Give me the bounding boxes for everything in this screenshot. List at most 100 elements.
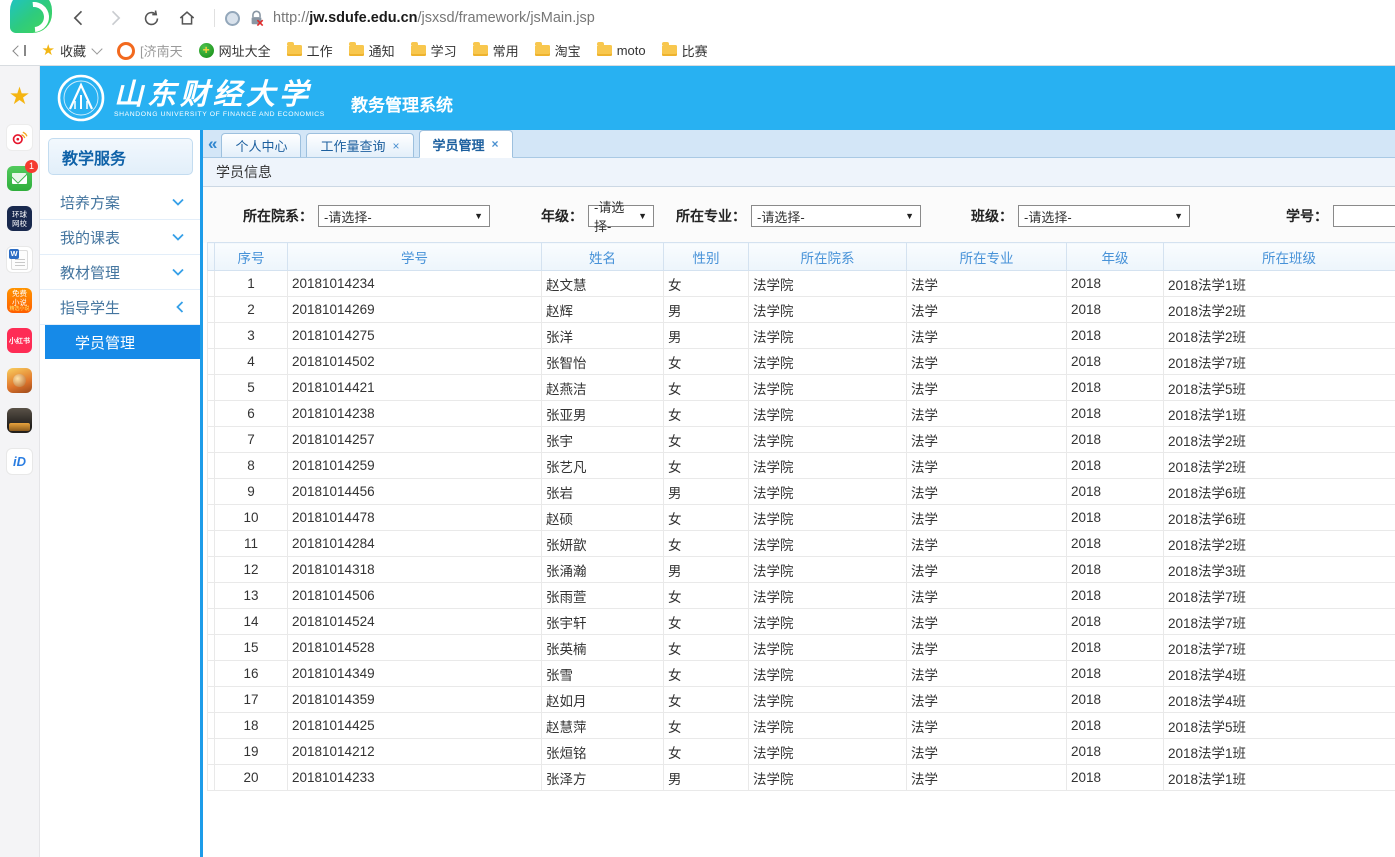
cell-年级: 2018 [1067,765,1164,791]
cell-序号: 9 [215,479,288,505]
url-bar[interactable]: http://jw.sdufe.edu.cn/jsxsd/framework/j… [273,10,595,26]
row-gutter [208,401,215,427]
bookmark-folder[interactable]: 学习 [411,41,457,60]
word-doc-icon[interactable]: W [6,246,33,273]
favorites-menu[interactable]: ★ 收藏 [42,41,101,60]
home-icon[interactable] [176,7,198,29]
envelope-icon [12,173,27,184]
sidebar-item-xueyuanguanli[interactable]: 学员管理 [45,325,200,359]
filter-select[interactable]: -请选择-▼ [318,205,490,227]
table-row[interactable]: 920181014456张岩男法学院法学20182018法学6班 [208,479,1395,505]
bookmark-label: [济南天 [140,41,183,60]
cell-序号: 17 [215,687,288,713]
weibo-icon[interactable] [6,124,33,151]
bookmarks-collapse-icon[interactable] [14,45,26,56]
table-row[interactable]: 1220181014318张涌瀚男法学院法学20182018法学3班 [208,557,1395,583]
table-row[interactable]: 1920181014212张烜铭女法学院法学20182018法学1班 [208,739,1395,765]
tab-工作量查询[interactable]: 工作量查询× [306,133,413,157]
free-novels-icon[interactable]: 免费 小说 精选小说 [7,288,32,313]
table-row[interactable]: 1320181014506张雨萱女法学院法学20182018法学7班 [208,583,1395,609]
table-row[interactable]: 1820181014425赵慧萍女法学院法学20182018法学5班 [208,713,1395,739]
cell-所在专业: 法学 [907,505,1067,531]
bookmark-folder[interactable]: moto [597,43,646,58]
column-header-序号[interactable]: 序号 [215,243,288,271]
bookmark-folder[interactable]: 常用 [473,41,519,60]
row-gutter [208,739,215,765]
close-icon[interactable]: × [492,138,499,150]
cell-姓名: 赵慧萍 [542,713,664,739]
column-header-姓名[interactable]: 姓名 [542,243,664,271]
bookmark-folder[interactable]: 比赛 [662,41,708,60]
table-row[interactable]: 320181014275张洋男法学院法学20182018法学2班 [208,323,1395,349]
cell-所在班级: 2018法学5班 [1164,375,1395,401]
chevron-left-icon [176,301,184,313]
table-row[interactable]: 1720181014359赵如月女法学院法学20182018法学4班 [208,687,1395,713]
bookmark-folder[interactable]: 淘宝 [535,41,581,60]
cell-年级: 2018 [1067,349,1164,375]
table-row[interactable]: 1120181014284张妍歆女法学院法学20182018法学2班 [208,531,1395,557]
bookmark-folder[interactable]: 工作 [287,41,333,60]
table-row[interactable]: 120181014234赵文慧女法学院法学20182018法学1班 [208,271,1395,297]
cell-姓名: 张智怡 [542,349,664,375]
back-icon[interactable] [68,7,90,29]
tab-学员管理[interactable]: 学员管理× [419,130,513,158]
icon-text: 环球 [12,210,27,219]
mail-icon[interactable]: 1 [7,166,32,191]
icon-text: 免费 [12,289,27,298]
refresh-icon[interactable] [140,7,162,29]
cell-所在院系: 法学院 [749,531,907,557]
browser-logo-icon[interactable] [10,0,52,33]
tabs-collapse-icon[interactable]: « [208,134,217,154]
table-row[interactable]: 620181014238张亚男女法学院法学20182018法学1班 [208,401,1395,427]
cell-姓名: 赵燕洁 [542,375,664,401]
student-id-input[interactable] [1333,205,1395,227]
close-icon[interactable]: × [393,140,400,152]
game-icon-1[interactable] [7,368,32,393]
sidebar-item-教材管理[interactable]: 教材管理 [40,255,200,290]
filter-select[interactable]: -请选择-▼ [1018,205,1190,227]
table-row[interactable]: 1620181014349张雪女法学院法学20182018法学4班 [208,661,1395,687]
table-row[interactable]: 1420181014524张宇轩女法学院法学20182018法学7班 [208,609,1395,635]
column-header-性别[interactable]: 性别 [664,243,749,271]
insecure-lock-icon[interactable] [249,10,264,26]
forward-icon[interactable] [104,7,126,29]
bookmark-label: moto [617,43,646,58]
menu-group-title[interactable]: 教学服务 [48,138,193,175]
select-value: -请选择- [324,207,372,226]
id-app-icon[interactable]: iD [6,448,33,475]
sidebar-item-我的课表[interactable]: 我的课表 [40,220,200,255]
favorites-star-icon[interactable]: ★ [7,84,32,109]
bookmark-wangzhidaquan[interactable]: + 网址大全 [199,41,271,60]
cell-年级: 2018 [1067,453,1164,479]
table-row[interactable]: 420181014502张智怡女法学院法学20182018法学7班 [208,349,1395,375]
huanqiu-wangxiao-icon[interactable]: 环球 网校 [7,206,32,231]
table-row[interactable]: 1520181014528张英楠女法学院法学20182018法学7班 [208,635,1395,661]
table-row[interactable]: 520181014421赵燕洁女法学院法学20182018法学5班 [208,375,1395,401]
table-row[interactable]: 820181014259张艺凡女法学院法学20182018法学2班 [208,453,1395,479]
sidebar-item-指导学生[interactable]: 指导学生 [40,290,200,325]
column-header-学号[interactable]: 学号 [288,243,542,271]
table-row[interactable]: 720181014257张宇女法学院法学20182018法学2班 [208,427,1395,453]
cell-姓名: 赵如月 [542,687,664,713]
column-header-所在院系[interactable]: 所在院系 [749,243,907,271]
green-plus-icon: + [199,43,214,58]
cell-学号: 20181014359 [288,687,542,713]
sidebar-item-培养方案[interactable]: 培养方案 [40,185,200,220]
filter-select[interactable]: -请选择-▼ [588,205,654,227]
table-row[interactable]: 2020181014233张泽方男法学院法学20182018法学1班 [208,765,1395,791]
game-icon-2[interactable] [7,408,32,433]
cell-姓名: 张洋 [542,323,664,349]
xiaohongshu-icon[interactable]: 小红书 [7,328,32,353]
cell-所在班级: 2018法学3班 [1164,557,1395,583]
site-status-icon[interactable] [225,11,240,26]
tab-个人中心[interactable]: 个人中心 [221,133,301,157]
column-header-年级[interactable]: 年级 [1067,243,1164,271]
column-header-所在班级[interactable]: 所在班级 [1164,243,1395,271]
table-row[interactable]: 220181014269赵辉男法学院法学20182018法学2班 [208,297,1395,323]
table-row[interactable]: 1020181014478赵硕女法学院法学20182018法学6班 [208,505,1395,531]
bookmark-folder[interactable]: 通知 [349,41,395,60]
column-header-所在专业[interactable]: 所在专业 [907,243,1067,271]
filter-select[interactable]: -请选择-▼ [751,205,921,227]
bookmark-jinan[interactable]: [济南天 [117,41,183,60]
cell-所在院系: 法学院 [749,375,907,401]
